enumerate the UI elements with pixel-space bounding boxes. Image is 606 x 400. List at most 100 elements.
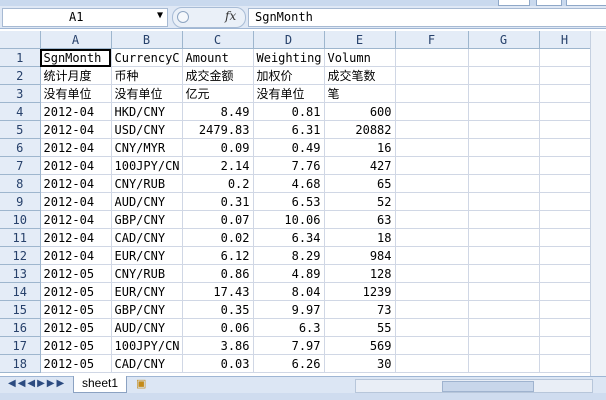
cell[interactable]: 0.09 xyxy=(182,138,254,157)
horizontal-scrollbar[interactable] xyxy=(355,379,593,393)
cell[interactable]: 亿元 xyxy=(182,84,254,103)
cell[interactable]: 984 xyxy=(324,246,396,265)
cell[interactable]: 0.86 xyxy=(182,264,254,283)
row-header[interactable]: 13 xyxy=(0,264,41,283)
row-header[interactable]: 5 xyxy=(0,120,41,139)
sheet-nav-arrows-icon[interactable]: ◀◀◀▶▶▶ xyxy=(8,378,66,389)
row-header[interactable]: 7 xyxy=(0,156,41,175)
cell[interactable]: 4.89 xyxy=(253,264,325,283)
cell[interactable]: 20882 xyxy=(324,120,396,139)
cell[interactable] xyxy=(468,300,540,319)
row-header[interactable]: 6 xyxy=(0,138,41,157)
cell[interactable]: 2012-04 xyxy=(40,246,112,265)
cell[interactable]: 52 xyxy=(324,192,396,211)
cell[interactable] xyxy=(395,102,469,121)
cell[interactable] xyxy=(539,228,591,247)
cell[interactable]: 0.06 xyxy=(182,318,254,337)
cell[interactable] xyxy=(395,264,469,283)
cell[interactable]: 6.31 xyxy=(253,120,325,139)
column-header[interactable]: A xyxy=(40,31,112,49)
cell[interactable]: 427 xyxy=(324,156,396,175)
cell[interactable] xyxy=(395,318,469,337)
cell[interactable] xyxy=(395,174,469,193)
cell[interactable]: 2012-04 xyxy=(40,102,112,121)
cell[interactable]: 0.31 xyxy=(182,192,254,211)
cell[interactable] xyxy=(468,102,540,121)
row-header[interactable]: 4 xyxy=(0,102,41,121)
cell[interactable]: EUR/CNY xyxy=(111,282,183,301)
cell[interactable]: 2012-04 xyxy=(40,138,112,157)
cell[interactable]: 成交金额 xyxy=(182,66,254,85)
cell[interactable]: 7.97 xyxy=(253,336,325,355)
insert-function-icon[interactable]: fx xyxy=(225,9,236,23)
column-header[interactable]: E xyxy=(324,31,396,49)
cell[interactable]: 100JPY/CN xyxy=(111,336,183,355)
cell[interactable] xyxy=(395,228,469,247)
cell[interactable] xyxy=(539,264,591,283)
cell[interactable]: CurrencyC xyxy=(111,48,183,67)
cell[interactable]: CAD/CNY xyxy=(111,228,183,247)
cell[interactable] xyxy=(539,102,591,121)
cell[interactable] xyxy=(539,210,591,229)
cell[interactable]: 3.86 xyxy=(182,336,254,355)
cell[interactable]: 加权价 xyxy=(253,66,325,85)
cell[interactable] xyxy=(468,156,540,175)
cell[interactable]: 6.12 xyxy=(182,246,254,265)
cell[interactable]: 0.02 xyxy=(182,228,254,247)
cell[interactable] xyxy=(468,336,540,355)
cell[interactable]: GBP/CNY xyxy=(111,300,183,319)
cell[interactable]: 没有单位 xyxy=(253,84,325,103)
cell[interactable]: 0.49 xyxy=(253,138,325,157)
row-header[interactable]: 11 xyxy=(0,228,41,247)
cell[interactable] xyxy=(395,282,469,301)
cell[interactable]: AUD/CNY xyxy=(111,318,183,337)
cell[interactable]: 17.43 xyxy=(182,282,254,301)
cell[interactable] xyxy=(468,174,540,193)
row-header[interactable]: 14 xyxy=(0,282,41,301)
cell[interactable]: 2012-04 xyxy=(40,228,112,247)
cell[interactable]: 8.29 xyxy=(253,246,325,265)
cell[interactable] xyxy=(539,300,591,319)
cell[interactable] xyxy=(395,66,469,85)
cell[interactable] xyxy=(468,228,540,247)
chevron-down-icon[interactable]: ▼ xyxy=(157,10,163,21)
cell[interactable]: 18 xyxy=(324,228,396,247)
cell[interactable]: HKD/CNY xyxy=(111,102,183,121)
row-header[interactable]: 17 xyxy=(0,336,41,355)
cell[interactable]: 2012-04 xyxy=(40,192,112,211)
resize-handle-icon[interactable] xyxy=(177,11,189,23)
cell[interactable] xyxy=(539,336,591,355)
cell[interactable]: 1239 xyxy=(324,282,396,301)
cell[interactable]: 73 xyxy=(324,300,396,319)
row-header[interactable]: 10 xyxy=(0,210,41,229)
name-box[interactable]: A1 ▼ xyxy=(2,8,168,27)
cell[interactable] xyxy=(468,264,540,283)
row-header[interactable]: 3 xyxy=(0,84,41,103)
cell[interactable] xyxy=(468,48,540,67)
cell[interactable]: GBP/CNY xyxy=(111,210,183,229)
cell[interactable] xyxy=(395,300,469,319)
cell[interactable] xyxy=(468,66,540,85)
cell[interactable] xyxy=(539,120,591,139)
cell[interactable]: 30 xyxy=(324,354,396,373)
cell[interactable] xyxy=(468,138,540,157)
cell[interactable]: 2012-05 xyxy=(40,318,112,337)
cell[interactable]: 6.3 xyxy=(253,318,325,337)
cell[interactable] xyxy=(468,318,540,337)
cell[interactable] xyxy=(539,282,591,301)
cell[interactable]: 0.81 xyxy=(253,102,325,121)
cell[interactable] xyxy=(468,354,540,373)
cell[interactable]: 55 xyxy=(324,318,396,337)
row-header[interactable]: 9 xyxy=(0,192,41,211)
cell[interactable]: 没有单位 xyxy=(40,84,112,103)
cell[interactable]: Weighting xyxy=(253,48,325,67)
column-header[interactable]: G xyxy=(468,31,540,49)
cell[interactable] xyxy=(468,120,540,139)
cell[interactable]: 2.14 xyxy=(182,156,254,175)
cell[interactable] xyxy=(468,210,540,229)
cell[interactable]: CAD/CNY xyxy=(111,354,183,373)
row-header[interactable]: 8 xyxy=(0,174,41,193)
cell[interactable]: Amount xyxy=(182,48,254,67)
cell[interactable] xyxy=(395,192,469,211)
cell[interactable]: 2012-04 xyxy=(40,210,112,229)
